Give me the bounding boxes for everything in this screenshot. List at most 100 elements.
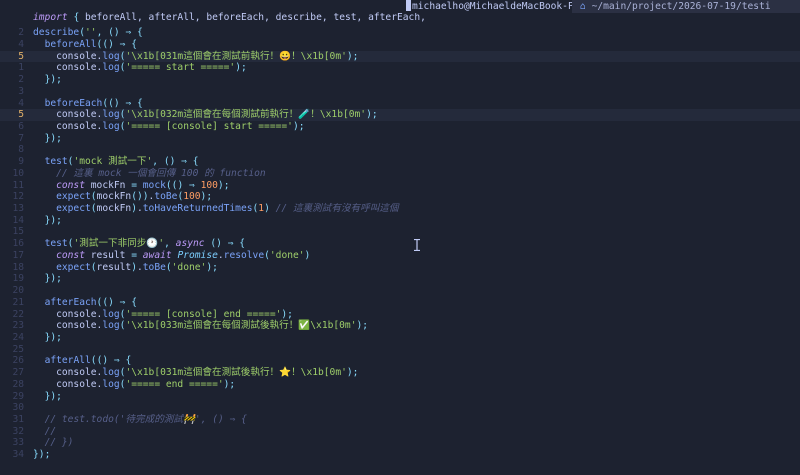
line-number: 31 bbox=[12, 413, 24, 425]
code-line[interactable]: 2 describe('', () ⇒ { bbox=[0, 27, 800, 39]
code-line[interactable]: 16 test('測試一下非同步🕐', async () ⇒ { bbox=[0, 238, 800, 250]
code-line[interactable]: 4 beforeAll(() ⇒ { bbox=[0, 39, 800, 51]
code-line[interactable]: 14 }); bbox=[0, 215, 800, 227]
code-text: const result = await Promise.resolve('do… bbox=[56, 249, 311, 261]
code-text: test('測試一下非同步🕐', async () ⇒ { bbox=[44, 238, 246, 250]
code-line[interactable]: 11 const mockFn = mock(() ⇒ 100); bbox=[0, 180, 800, 192]
line-number: 25 bbox=[12, 343, 24, 355]
line-number: 27 bbox=[12, 367, 24, 379]
code-text: test('mock 測試一下', () ⇒ { bbox=[44, 156, 199, 168]
code-line[interactable]: 20 bbox=[0, 285, 800, 297]
code-text: console.log('\x1b[031m這個會在測試前執行！😀！\x1b[0… bbox=[56, 50, 359, 62]
code-line[interactable]: 22 console.log('===== [console] end ====… bbox=[0, 309, 800, 321]
line-number: 32 bbox=[12, 425, 24, 437]
terminal-cursor bbox=[406, 0, 411, 11]
line-number: 24 bbox=[12, 331, 24, 343]
line-number: 18 bbox=[12, 261, 24, 273]
code-line[interactable]: 30 bbox=[0, 402, 800, 414]
line-number: 13 bbox=[12, 203, 24, 215]
code-line[interactable]: 29 }); bbox=[0, 391, 800, 403]
line-number: 26 bbox=[12, 355, 24, 367]
line-number: 1 bbox=[18, 62, 24, 74]
line-number: 5 bbox=[18, 109, 24, 121]
code-line[interactable]: 12 expect(mockFn()).toBe(100); bbox=[0, 191, 800, 203]
line-number: 14 bbox=[12, 214, 24, 226]
code-line[interactable]: 32 // bbox=[0, 426, 800, 438]
code-text: }); bbox=[44, 390, 62, 402]
code-text: beforeAll(() ⇒ { bbox=[44, 38, 138, 50]
line-number: 33 bbox=[12, 437, 24, 449]
code-line[interactable]: 18 expect(result).toBe('done'); bbox=[0, 262, 800, 274]
code-line[interactable]: 26 afterAll(() ⇒ { bbox=[0, 355, 800, 367]
code-text: console.log('\x1b[033m這個會在每個測試後執行！✅\x1b[… bbox=[56, 320, 369, 332]
code-line[interactable]: 4 beforeEach(() ⇒ { bbox=[0, 98, 800, 110]
code-line[interactable]: 28 console.log('===== end ====='); bbox=[0, 379, 800, 391]
code-line[interactable]: 6 console.log('===== [console] start ===… bbox=[0, 121, 800, 133]
line-number: 2 bbox=[18, 27, 24, 39]
code-text: beforeEach(() ⇒ { bbox=[44, 97, 143, 109]
code-text: describe('', () ⇒ { bbox=[33, 27, 143, 39]
code-line[interactable]: 34}); bbox=[0, 449, 800, 461]
code-line[interactable]: 23 console.log('\x1b[033m這個會在每個測試後執行！✅\x… bbox=[0, 320, 800, 332]
code-text: }); bbox=[44, 74, 62, 86]
line-number: 11 bbox=[12, 179, 24, 191]
code-line[interactable]: 9 test('mock 測試一下', () ⇒ { bbox=[0, 156, 800, 168]
code-line[interactable]: 7 }); bbox=[0, 133, 800, 145]
line-number: 34 bbox=[12, 449, 24, 461]
import-statement: import { beforeAll, afterAll, beforeEach… bbox=[33, 11, 426, 23]
line-number: 12 bbox=[12, 191, 24, 203]
code-text: }); bbox=[44, 132, 62, 144]
code-line[interactable]: 31 // test.todo('待完成的測試🚧', () ⇒ { bbox=[0, 414, 800, 426]
code-line[interactable]: 3 bbox=[0, 86, 800, 98]
code-text: }); bbox=[44, 273, 62, 285]
line-number: 9 bbox=[18, 156, 24, 168]
code-text: const mockFn = mock(() ⇒ 100); bbox=[56, 179, 230, 191]
code-text: // }) bbox=[44, 437, 74, 449]
line-number: 5 bbox=[18, 50, 24, 62]
line-number: 22 bbox=[12, 308, 24, 320]
code-text: }); bbox=[33, 449, 51, 461]
folder-icon: ⌂ bbox=[580, 1, 592, 12]
line-number: 16 bbox=[12, 238, 24, 250]
code-line[interactable]: 27 console.log('\x1b[031m這個會在測試後執行！⭐！\x1… bbox=[0, 367, 800, 379]
code-line[interactable]: 5 console.log('\x1b[032m這個會在每個測試前執行！🧪！\x… bbox=[0, 109, 800, 121]
code-text: // bbox=[44, 425, 57, 437]
code-line[interactable]: 2 }); bbox=[0, 74, 800, 86]
code-text: afterEach(() ⇒ { bbox=[44, 296, 138, 308]
code-text: console.log('\x1b[032m這個會在每個測試前執行！🧪！\x1b… bbox=[56, 109, 378, 121]
code-line[interactable]: 19 }); bbox=[0, 273, 800, 285]
code-editor[interactable]: import { beforeAll, afterAll, beforeEach… bbox=[0, 0, 800, 475]
code-line[interactable]: 13 expect(mockFn).toHaveReturnedTimes(1)… bbox=[0, 203, 800, 215]
code-text: expect(result).toBe('done'); bbox=[56, 261, 218, 273]
terminal-user-host: michaelho@MichaeldeMacBook-Pro bbox=[403, 0, 592, 13]
code-line[interactable]: 5 console.log('\x1b[031m這個會在測試前執行！😀！\x1b… bbox=[0, 50, 800, 63]
code-line[interactable]: 33 // }) bbox=[0, 437, 800, 449]
line-number: 30 bbox=[12, 402, 24, 414]
code-text: }); bbox=[44, 214, 62, 226]
code-text: console.log('\x1b[031m這個會在測試後執行！⭐！\x1b[0… bbox=[56, 367, 359, 379]
line-number: 28 bbox=[12, 378, 24, 390]
terminal-path: ⌂ ~/main/project/2026-07-19/testi bbox=[572, 0, 800, 13]
code-line[interactable]: 15 bbox=[0, 226, 800, 238]
code-line[interactable]: 24 }); bbox=[0, 332, 800, 344]
code-line[interactable]: 17 const result = await Promise.resolve(… bbox=[0, 250, 800, 262]
line-number: 20 bbox=[12, 285, 24, 297]
line-number: 23 bbox=[12, 320, 24, 332]
line-number: 21 bbox=[12, 296, 24, 308]
line-number: 7 bbox=[18, 132, 24, 144]
line-number: 4 bbox=[18, 38, 24, 50]
code-line[interactable]: 10 // 這裏 mock 一個會回傳 100 的 function bbox=[0, 168, 800, 180]
code-text: console.log('===== [console] end =====')… bbox=[56, 308, 293, 320]
line-number: 4 bbox=[18, 97, 24, 109]
code-text: expect(mockFn).toHaveReturnedTimes(1) //… bbox=[56, 203, 399, 215]
code-text: expect(mockFn()).toBe(100); bbox=[56, 191, 213, 203]
line-number: 17 bbox=[12, 249, 24, 261]
code-text: console.log('===== end ====='); bbox=[56, 378, 236, 390]
code-text: console.log('===== start ====='); bbox=[56, 62, 247, 74]
code-line[interactable]: 8 bbox=[0, 144, 800, 156]
code-text: console.log('===== [console] start =====… bbox=[56, 120, 305, 132]
code-line[interactable]: 1 console.log('===== start ====='); bbox=[0, 62, 800, 74]
code-line[interactable]: 21 afterEach(() ⇒ { bbox=[0, 297, 800, 309]
line-number: 6 bbox=[18, 120, 24, 132]
code-line[interactable]: 25 bbox=[0, 344, 800, 356]
